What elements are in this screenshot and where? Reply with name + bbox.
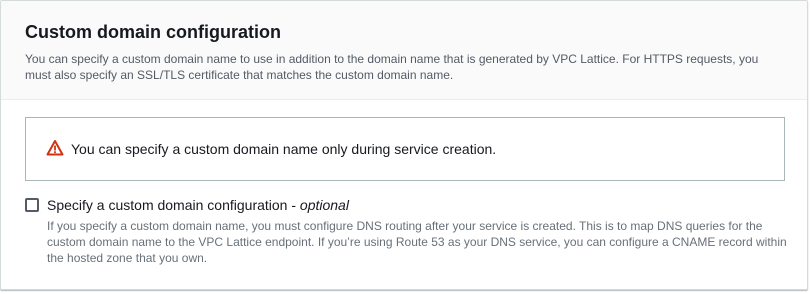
panel-header: Custom domain configuration You can spec… (1, 1, 807, 100)
custom-domain-checkbox-label[interactable]: Specify a custom domain configuration - … (47, 196, 787, 214)
custom-domain-option-content: Specify a custom domain configuration - … (47, 196, 787, 266)
checkbox-label-text: Specify a custom domain configuration - (47, 197, 300, 213)
panel-title: Custom domain configuration (25, 22, 281, 42)
optional-tag: optional (299, 197, 349, 213)
panel-description: You can specify a custom domain name to … (25, 52, 759, 82)
custom-domain-option-description: If you specify a custom domain name, you… (47, 219, 787, 265)
panel-body: You can specify a custom domain name onl… (1, 100, 807, 266)
custom-domain-panel: Custom domain configuration You can spec… (0, 0, 808, 290)
custom-domain-option: Specify a custom domain configuration - … (25, 196, 787, 266)
warning-alert: You can specify a custom domain name onl… (25, 117, 785, 181)
alert-text: You can specify a custom domain name onl… (71, 141, 497, 157)
custom-domain-checkbox[interactable] (25, 198, 39, 212)
warning-icon (46, 139, 64, 157)
